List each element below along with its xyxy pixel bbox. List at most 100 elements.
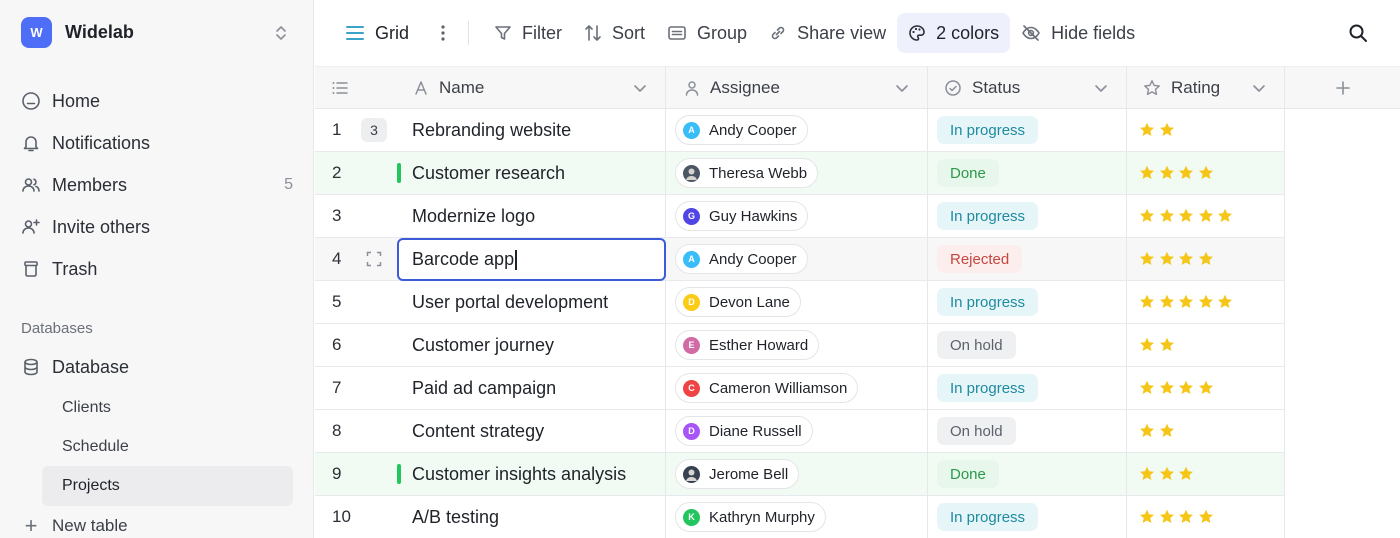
chevron-down-icon[interactable] — [895, 81, 909, 95]
add-column-button[interactable] — [1285, 67, 1400, 109]
chevron-down-icon[interactable] — [633, 81, 647, 95]
status-cell[interactable]: In progress — [928, 367, 1127, 409]
assignee-chip[interactable]: E Esther Howard — [675, 330, 820, 360]
star-icon[interactable] — [1198, 509, 1214, 525]
status-badge[interactable]: On hold — [937, 417, 1016, 445]
search-icon[interactable] — [1348, 23, 1368, 43]
status-cell[interactable]: In progress — [928, 109, 1127, 151]
table-row[interactable]: 7 Paid ad campaign C Cameron Williamson In p… — [315, 367, 1285, 410]
assignee-cell[interactable]: D Devon Lane — [666, 281, 928, 323]
assignee-cell[interactable]: D Diane Russell — [666, 410, 928, 452]
rating-cell[interactable] — [1127, 496, 1285, 538]
table-item-projects[interactable]: Projects — [42, 466, 293, 506]
sidebar-item-members[interactable]: Members 5 — [21, 164, 293, 206]
rating-cell[interactable] — [1127, 324, 1285, 366]
rating-cell[interactable] — [1127, 109, 1285, 151]
star-icon[interactable] — [1198, 251, 1214, 267]
row-number-cell[interactable]: 13 — [315, 109, 397, 151]
sidebar-item-home[interactable]: Home — [21, 80, 293, 122]
table-row[interactable]: 9 Customer insights analysis Jerome Bell Do… — [315, 453, 1285, 496]
status-badge[interactable]: In progress — [937, 202, 1039, 230]
assignee-chip[interactable]: D Devon Lane — [675, 287, 801, 317]
status-badge[interactable]: On hold — [937, 331, 1016, 359]
rating-cell[interactable] — [1127, 453, 1285, 495]
star-icon[interactable] — [1139, 251, 1155, 267]
table-row[interactable]: 6 Customer journey E Esther Howard On hold — [315, 324, 1285, 367]
assignee-cell[interactable]: A Andy Cooper — [666, 238, 928, 280]
assignee-cell[interactable]: Jerome Bell — [666, 453, 928, 495]
table-item-clients[interactable]: Clients — [42, 388, 293, 428]
workspace-switcher[interactable]: W Widelab — [21, 17, 293, 48]
status-badge[interactable]: In progress — [937, 503, 1039, 531]
assignee-cell[interactable]: Theresa Webb — [666, 152, 928, 194]
row-number-cell[interactable]: 3 — [315, 195, 397, 237]
comment-count-badge[interactable]: 3 — [361, 118, 387, 142]
status-badge[interactable]: In progress — [937, 374, 1039, 402]
star-icon[interactable] — [1159, 208, 1175, 224]
status-badge[interactable]: In progress — [937, 116, 1039, 144]
table-row[interactable]: 10 A/B testing K Kathryn Murphy In progress — [315, 496, 1285, 538]
star-icon[interactable] — [1159, 466, 1175, 482]
star-icon[interactable] — [1139, 509, 1155, 525]
star-icon[interactable] — [1198, 294, 1214, 310]
name-cell[interactable]: Customer research — [397, 152, 666, 194]
assignee-chip[interactable]: K Kathryn Murphy — [675, 502, 826, 532]
assignee-cell[interactable]: E Esther Howard — [666, 324, 928, 366]
star-icon[interactable] — [1159, 165, 1175, 181]
new-table-button[interactable]: + New table — [21, 515, 128, 537]
assignee-cell[interactable]: K Kathryn Murphy — [666, 496, 928, 538]
row-number-cell[interactable]: 10 — [315, 496, 397, 538]
star-icon[interactable] — [1159, 337, 1175, 353]
sidebar-item-invite[interactable]: Invite others — [21, 206, 293, 248]
chevron-down-icon[interactable] — [1094, 81, 1108, 95]
star-icon[interactable] — [1178, 208, 1194, 224]
table-row[interactable]: 5 User portal development D Devon Lane In pr… — [315, 281, 1285, 324]
star-icon[interactable] — [1139, 380, 1155, 396]
star-icon[interactable] — [1159, 380, 1175, 396]
assignee-cell[interactable]: A Andy Cooper — [666, 109, 928, 151]
star-icon[interactable] — [1198, 208, 1214, 224]
star-icon[interactable] — [1139, 337, 1155, 353]
star-icon[interactable] — [1139, 122, 1155, 138]
assignee-chip[interactable]: D Diane Russell — [675, 416, 813, 446]
table-row[interactable]: 4 Barcode app A Andy Cooper Rejected — [315, 238, 1285, 281]
row-number-cell[interactable]: 5 — [315, 281, 397, 323]
name-cell[interactable]: Customer insights analysis — [397, 453, 666, 495]
status-cell[interactable]: In progress — [928, 195, 1127, 237]
table-row[interactable]: 3 Modernize logo G Guy Hawkins In progress — [315, 195, 1285, 238]
status-badge[interactable]: Done — [937, 460, 999, 488]
star-icon[interactable] — [1159, 251, 1175, 267]
star-icon[interactable] — [1159, 423, 1175, 439]
name-cell[interactable]: Paid ad campaign — [397, 367, 666, 409]
table-row[interactable]: 2 Customer research Theresa Webb Done — [315, 152, 1285, 195]
share-view-button[interactable]: Share view — [758, 13, 897, 53]
assignee-cell[interactable]: G Guy Hawkins — [666, 195, 928, 237]
sort-button[interactable]: Sort — [573, 13, 656, 53]
star-icon[interactable] — [1217, 208, 1233, 224]
filter-button[interactable]: Filter — [483, 13, 573, 53]
rating-cell[interactable] — [1127, 238, 1285, 280]
star-icon[interactable] — [1159, 122, 1175, 138]
star-icon[interactable] — [1178, 251, 1194, 267]
row-number-cell[interactable]: 2 — [315, 152, 397, 194]
status-badge[interactable]: Done — [937, 159, 999, 187]
name-cell[interactable]: User portal development — [397, 281, 666, 323]
column-header-assignee[interactable]: Assignee — [666, 67, 928, 109]
assignee-chip[interactable]: A Andy Cooper — [675, 244, 808, 274]
assignee-chip[interactable]: A Andy Cooper — [675, 115, 808, 145]
column-header-rating[interactable]: Rating — [1127, 67, 1285, 109]
more-options-button[interactable] — [428, 13, 458, 53]
rating-cell[interactable] — [1127, 281, 1285, 323]
row-number-cell[interactable]: 8 — [315, 410, 397, 452]
assignee-chip[interactable]: Jerome Bell — [675, 459, 800, 489]
column-header-status[interactable]: Status — [928, 67, 1127, 109]
chevron-down-icon[interactable] — [1252, 81, 1266, 95]
sidebar-item-database[interactable]: Database — [21, 350, 293, 384]
name-cell[interactable]: Content strategy — [397, 410, 666, 452]
name-cell[interactable]: A/B testing — [397, 496, 666, 538]
sidebar-item-notifications[interactable]: Notifications — [21, 122, 293, 164]
status-cell[interactable]: In progress — [928, 281, 1127, 323]
status-badge[interactable]: Rejected — [937, 245, 1023, 273]
star-icon[interactable] — [1139, 466, 1155, 482]
star-icon[interactable] — [1198, 165, 1214, 181]
